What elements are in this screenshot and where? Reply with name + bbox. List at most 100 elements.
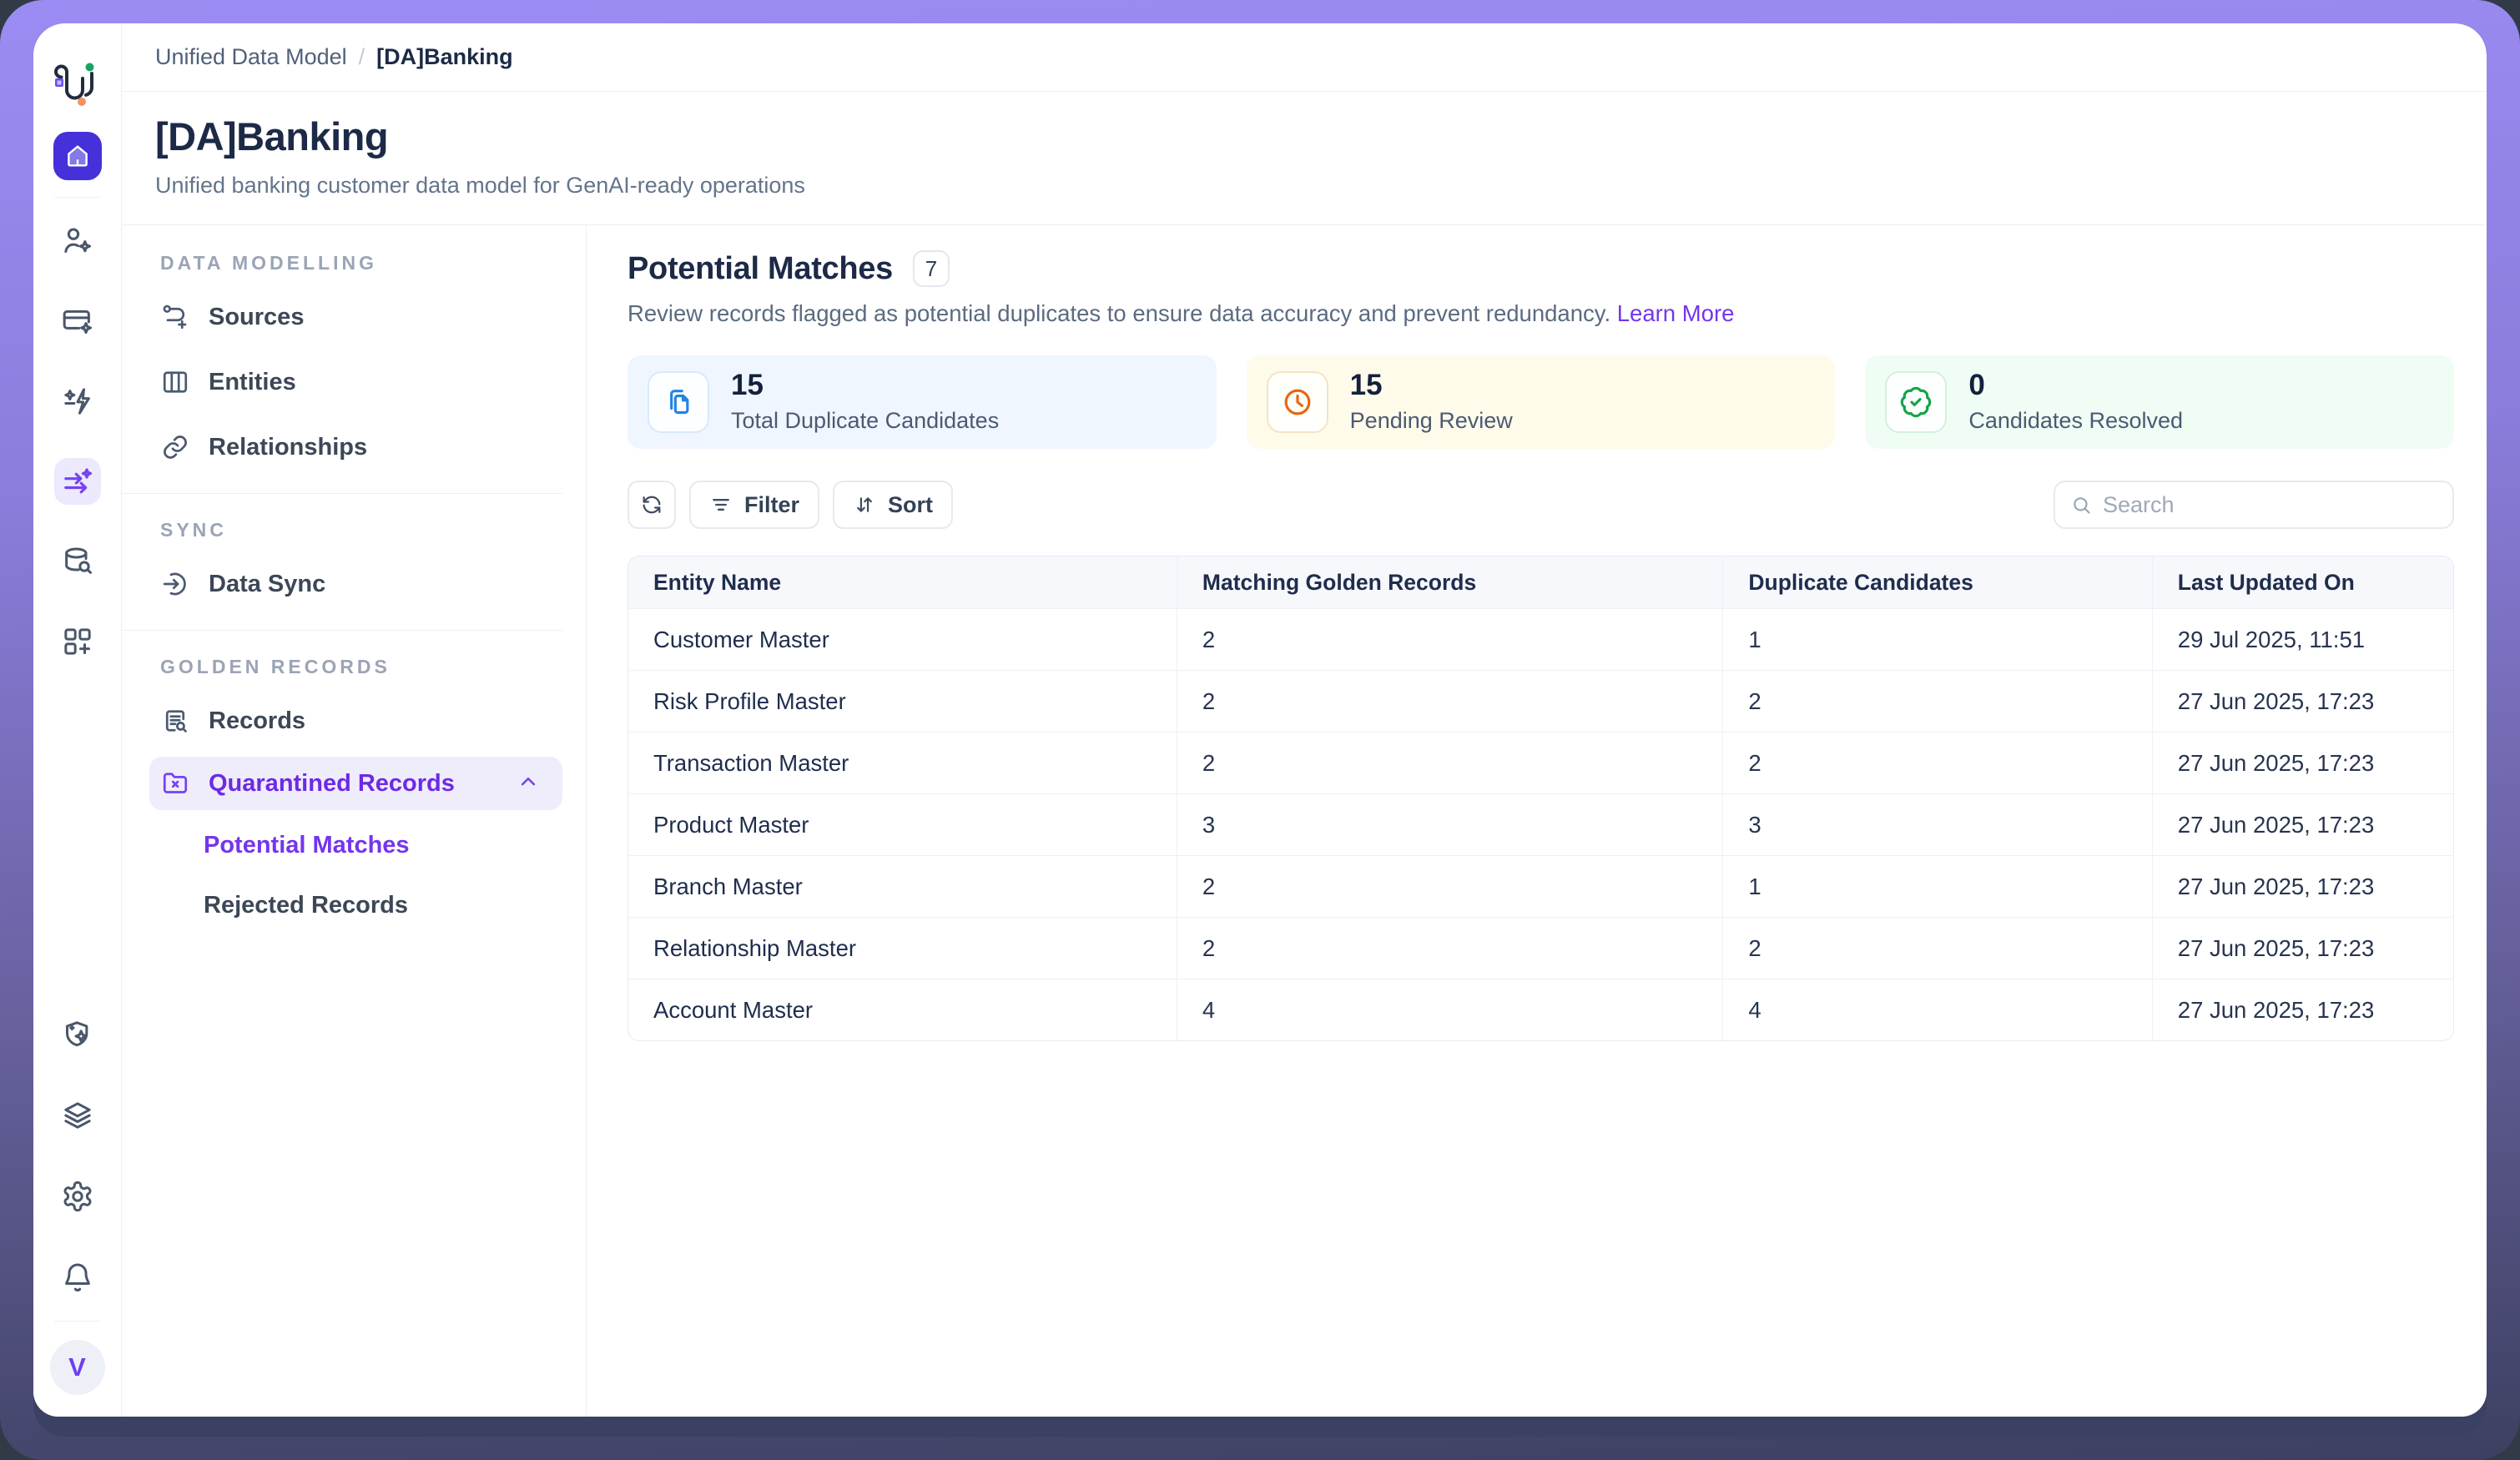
breadcrumb-separator: / bbox=[359, 44, 365, 70]
app-surface: V Unified Data Model / [DA]Banking [DA]B… bbox=[33, 23, 2487, 1417]
sidebar-subitem-potential-matches[interactable]: Potential Matches bbox=[122, 815, 586, 875]
cell-entity-name: Branch Master bbox=[627, 856, 1177, 918]
user-avatar[interactable]: V bbox=[50, 1340, 105, 1395]
collapse-toggle[interactable] bbox=[516, 769, 541, 798]
sort-arrows-icon bbox=[853, 493, 876, 516]
stat-card-total-duplicates: 15 Total Duplicate Candidates bbox=[627, 355, 1217, 449]
sidebar-item-data-sync[interactable]: Data Sync bbox=[122, 551, 586, 617]
sidebar-divider bbox=[122, 493, 562, 494]
rail-layers-button[interactable] bbox=[54, 1092, 101, 1139]
section-description: Review records flagged as potential dupl… bbox=[627, 300, 2454, 327]
potential-matches-table: Entity Name Matching Golden Records Dupl… bbox=[627, 556, 2454, 1041]
table-row[interactable]: Branch Master 2 1 27 Jun 2025, 17:23 bbox=[627, 856, 2454, 918]
rail-database-search-button[interactable] bbox=[54, 538, 101, 585]
rail-notifications-button[interactable] bbox=[54, 1254, 101, 1301]
badge-check-icon bbox=[1899, 385, 1933, 419]
breadcrumb-root[interactable]: Unified Data Model bbox=[155, 44, 347, 70]
cell-matching-golden-records: 2 bbox=[1177, 733, 1724, 794]
search-box bbox=[2054, 481, 2454, 529]
sidebar-item-label: Quarantined Records bbox=[209, 770, 455, 798]
cell-duplicate-candidates: 2 bbox=[1723, 918, 2152, 979]
sidebar-divider bbox=[122, 630, 562, 631]
rail-shield-sparkle-button[interactable] bbox=[54, 1011, 101, 1058]
table-toolbar: Filter Sort bbox=[627, 481, 2454, 529]
cell-duplicate-candidates: 4 bbox=[1723, 979, 2152, 1041]
section-heading: Potential Matches bbox=[627, 251, 893, 287]
stat-icon-tile bbox=[1267, 371, 1328, 433]
sidebar-item-relationships[interactable]: Relationships bbox=[122, 415, 586, 480]
table-row[interactable]: Risk Profile Master 2 2 27 Jun 2025, 17:… bbox=[627, 671, 2454, 733]
filter-lines-icon bbox=[709, 493, 733, 516]
grid-plus-icon bbox=[61, 625, 94, 658]
sidebar-item-entities[interactable]: Entities bbox=[122, 350, 586, 415]
refresh-button[interactable] bbox=[627, 481, 676, 529]
cell-last-updated: 27 Jun 2025, 17:23 bbox=[2153, 979, 2454, 1041]
rail-bottom-group: V bbox=[50, 1011, 105, 1395]
cell-matching-golden-records: 2 bbox=[1177, 671, 1724, 733]
rail-flow-arrows-button[interactable] bbox=[54, 458, 101, 505]
database-search-icon bbox=[61, 545, 94, 578]
side-navigation: DATA MODELLING Sources Entities bbox=[122, 225, 587, 1417]
sort-button[interactable]: Sort bbox=[833, 481, 953, 529]
cell-matching-golden-records: 2 bbox=[1177, 856, 1724, 918]
sidebar-item-label: Records bbox=[209, 707, 305, 735]
rail-user-sparkle-button[interactable] bbox=[54, 218, 101, 264]
filter-label: Filter bbox=[744, 492, 799, 518]
sidebar-item-quarantined-records[interactable]: Quarantined Records bbox=[149, 757, 562, 810]
rail-sparkle-zap-button[interactable] bbox=[54, 378, 101, 425]
copy-pages-icon bbox=[662, 385, 695, 419]
learn-more-link[interactable]: Learn More bbox=[1617, 300, 1735, 326]
rail-card-sparkle-button[interactable] bbox=[54, 298, 101, 345]
stat-icon-tile bbox=[1885, 371, 1947, 433]
layers-icon bbox=[61, 1099, 94, 1132]
stat-card-candidates-resolved: 0 Candidates Resolved bbox=[1865, 355, 2454, 449]
stat-cards: 15 Total Duplicate Candidates 15 Pending… bbox=[627, 355, 2454, 449]
cell-duplicate-candidates: 1 bbox=[1723, 856, 2152, 918]
sidebar-subitem-rejected-records[interactable]: Rejected Records bbox=[122, 875, 586, 935]
page-subtitle: Unified banking customer data model for … bbox=[155, 173, 2487, 199]
stat-label: Total Duplicate Candidates bbox=[731, 408, 999, 434]
cell-duplicate-candidates: 2 bbox=[1723, 671, 2152, 733]
sort-label: Sort bbox=[888, 492, 933, 518]
cell-last-updated: 27 Jun 2025, 17:23 bbox=[2153, 671, 2454, 733]
cell-last-updated: 29 Jul 2025, 11:51 bbox=[2153, 609, 2454, 671]
column-header-entity-name: Entity Name bbox=[627, 556, 1177, 609]
card-sparkle-icon bbox=[61, 305, 94, 338]
stat-value: 0 bbox=[1968, 370, 2183, 400]
stat-icon-tile bbox=[648, 371, 709, 433]
cell-entity-name: Risk Profile Master bbox=[627, 671, 1177, 733]
cell-matching-golden-records: 3 bbox=[1177, 794, 1724, 856]
search-input[interactable] bbox=[2103, 492, 2437, 518]
cell-last-updated: 27 Jun 2025, 17:23 bbox=[2153, 918, 2454, 979]
sidebar-item-sources[interactable]: Sources bbox=[122, 284, 586, 350]
home-button[interactable] bbox=[53, 132, 102, 180]
sidebar-item-records[interactable]: Records bbox=[122, 688, 586, 753]
gear-icon bbox=[61, 1180, 94, 1213]
user-sparkle-icon bbox=[61, 224, 94, 258]
cell-entity-name: Product Master bbox=[627, 794, 1177, 856]
breadcrumb-current: [DA]Banking bbox=[376, 44, 513, 70]
cell-last-updated: 27 Jun 2025, 17:23 bbox=[2153, 856, 2454, 918]
rail-grid-plus-button[interactable] bbox=[54, 618, 101, 665]
match-count-badge: 7 bbox=[913, 250, 950, 287]
cell-matching-golden-records: 4 bbox=[1177, 979, 1724, 1041]
icon-rail: V bbox=[33, 23, 122, 1417]
rail-divider bbox=[54, 197, 101, 198]
cell-last-updated: 27 Jun 2025, 17:23 bbox=[2153, 733, 2454, 794]
waypoints-icon bbox=[160, 302, 190, 332]
section-label-data-modelling: DATA MODELLING bbox=[160, 252, 586, 274]
refresh-icon bbox=[640, 493, 663, 516]
filter-button[interactable]: Filter bbox=[689, 481, 819, 529]
cell-duplicate-candidates: 3 bbox=[1723, 794, 2152, 856]
table-row[interactable]: Account Master 4 4 27 Jun 2025, 17:23 bbox=[627, 979, 2454, 1041]
search-icon bbox=[2070, 494, 2093, 516]
app-window: V Unified Data Model / [DA]Banking [DA]B… bbox=[33, 23, 2487, 1437]
column-header-matching-golden-records: Matching Golden Records bbox=[1177, 556, 1724, 609]
table-row[interactable]: Customer Master 2 1 29 Jul 2025, 11:51 bbox=[627, 609, 2454, 671]
cell-last-updated: 27 Jun 2025, 17:23 bbox=[2153, 794, 2454, 856]
table-row[interactable]: Relationship Master 2 2 27 Jun 2025, 17:… bbox=[627, 918, 2454, 979]
rail-settings-button[interactable] bbox=[54, 1173, 101, 1220]
table-row[interactable]: Transaction Master 2 2 27 Jun 2025, 17:2… bbox=[627, 733, 2454, 794]
table-row[interactable]: Product Master 3 3 27 Jun 2025, 17:23 bbox=[627, 794, 2454, 856]
link-icon bbox=[160, 432, 190, 462]
